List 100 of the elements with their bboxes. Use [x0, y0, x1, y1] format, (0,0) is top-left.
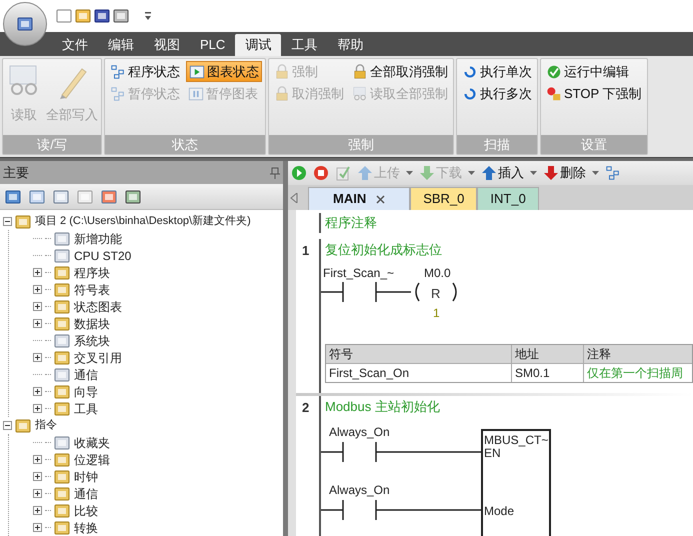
- refresh-icon: [462, 86, 478, 102]
- coil-address: M0.0: [424, 265, 451, 282]
- expand-icon[interactable]: [33, 387, 42, 396]
- editor-tab[interactable]: MAIN: [308, 187, 410, 210]
- expand-icon[interactable]: [33, 285, 42, 294]
- glasses-icon: [352, 86, 368, 102]
- editor-tab[interactable]: INT_0: [477, 187, 539, 210]
- pin-icon[interactable]: [270, 166, 280, 179]
- table-cell: SM0.1: [511, 364, 583, 382]
- close-icon[interactable]: [376, 194, 386, 204]
- lock-icon: [274, 86, 290, 102]
- play-icon: [189, 64, 205, 80]
- expand-icon[interactable]: [33, 404, 42, 413]
- expand-icon[interactable]: [33, 353, 42, 362]
- stop-icon[interactable]: [313, 165, 329, 181]
- menu-tab[interactable]: 调试: [235, 34, 282, 56]
- block-title: MBUS_CT~: [484, 432, 548, 448]
- network-number: 1: [301, 242, 310, 260]
- ribbon-button[interactable]: 全部取消强制: [350, 61, 450, 82]
- checkmark-icon: [546, 64, 562, 80]
- caret-icon[interactable]: [468, 171, 475, 175]
- tree-item[interactable]: CPU ST20: [74, 246, 132, 264]
- expand-icon[interactable]: [33, 489, 42, 498]
- tree-item[interactable]: 符号表: [74, 280, 110, 298]
- ribbon-button[interactable]: 运行中编辑: [544, 61, 644, 82]
- panel-title: 主要: [3, 164, 29, 182]
- caret-icon[interactable]: [530, 171, 537, 175]
- menu-tab[interactable]: 文件: [52, 34, 98, 56]
- network-comment: Modbus 主站初始化: [324, 398, 441, 416]
- contact-label: First_Scan_~: [323, 265, 394, 282]
- expand-icon[interactable]: [33, 472, 42, 481]
- flowchart-icon: [110, 64, 126, 80]
- lock-icon: [352, 64, 368, 80]
- table-cell-text: First_Scan_On: [328, 365, 410, 382]
- menu-tab[interactable]: 工具: [281, 34, 328, 56]
- ribbon-button[interactable]: 程序状态: [108, 61, 182, 82]
- caret-icon[interactable]: [592, 171, 599, 175]
- editor-tab[interactable]: SBR_0: [410, 187, 478, 210]
- ribbon-button[interactable]: 执行单次: [460, 61, 534, 82]
- arrow-down-icon: [419, 165, 435, 181]
- collapse-icon[interactable]: [3, 217, 12, 226]
- caret-icon[interactable]: [406, 171, 413, 175]
- tree-item[interactable]: 向导: [74, 382, 98, 400]
- tree-item[interactable]: 时钟: [74, 468, 98, 486]
- column-header: 注释: [583, 345, 692, 363]
- arrow-down-icon: [543, 165, 559, 181]
- flowchart-icon: [110, 86, 126, 102]
- tree-item[interactable]: 状态图表: [74, 298, 122, 316]
- tree-item[interactable]: 通信: [74, 366, 98, 384]
- group-label: 设置: [541, 135, 647, 154]
- tree-item[interactable]: 新增功能: [74, 230, 122, 248]
- menu-tab[interactable]: PLC: [190, 34, 236, 56]
- pin-label: Mode: [484, 502, 514, 520]
- contact-label: Always_On: [329, 482, 390, 498]
- tree-item[interactable]: 程序块: [74, 264, 110, 282]
- arrow-up-icon: [357, 165, 373, 181]
- lock-icon: [274, 64, 290, 80]
- column-header: 地址: [511, 345, 583, 363]
- tree-item[interactable]: 项目 2 (C:\Users\binha\Desktop\新建文件夹): [35, 213, 251, 230]
- tree-item[interactable]: 位逻辑: [74, 450, 110, 468]
- menu-tab[interactable]: 视图: [144, 34, 190, 56]
- tree-item[interactable]: 指令: [35, 417, 57, 434]
- group-label: 扫描: [457, 135, 537, 154]
- program-comment: 程序注释: [319, 213, 377, 232]
- tree-item[interactable]: 收藏夹: [74, 434, 110, 452]
- tree-item[interactable]: 通信: [74, 484, 98, 502]
- toolbar-button[interactable]: 删除: [543, 163, 586, 183]
- tree-item[interactable]: 交叉引用: [74, 348, 122, 366]
- column-header: 符号: [328, 346, 354, 363]
- expand-icon[interactable]: [33, 319, 42, 328]
- tree-item[interactable]: 转换: [74, 518, 98, 536]
- tree-item[interactable]: 工具: [74, 400, 98, 418]
- ribbon-button[interactable]: 图表状态: [186, 61, 262, 82]
- checklist-icon[interactable]: [335, 165, 351, 181]
- expand-icon[interactable]: [33, 506, 42, 515]
- table-cell: 仅在第一个扫描周: [583, 364, 692, 382]
- group-label: 读/写: [3, 135, 101, 154]
- scroll-left-icon[interactable]: [290, 193, 298, 203]
- coil-count: 1: [433, 305, 440, 322]
- ribbon-button[interactable]: 执行多次: [460, 83, 534, 104]
- expand-icon[interactable]: [33, 268, 42, 277]
- contact-label: Always_On: [329, 424, 390, 440]
- collapse-icon[interactable]: [3, 421, 12, 430]
- dropdown-icon[interactable]: [144, 11, 152, 21]
- run-icon[interactable]: [291, 165, 307, 181]
- flowchart-icon: [605, 165, 621, 181]
- tree-item[interactable]: 系统块: [74, 332, 110, 350]
- group-label: 强制: [269, 135, 453, 154]
- toolbar-button[interactable]: 插入: [481, 163, 524, 183]
- pin-label: EN: [484, 446, 501, 462]
- tree-item[interactable]: 比较: [74, 502, 98, 520]
- tree-item[interactable]: 数据块: [74, 314, 110, 332]
- group-label: 状态: [105, 135, 265, 154]
- menu-tab[interactable]: 帮助: [327, 34, 374, 56]
- menu-tab[interactable]: 编辑: [98, 34, 144, 56]
- pause-icon: [188, 86, 204, 102]
- expand-icon[interactable]: [33, 302, 42, 311]
- ribbon-button[interactable]: STOP 下强制: [544, 83, 644, 104]
- expand-icon[interactable]: [33, 455, 42, 464]
- expand-icon[interactable]: [33, 523, 42, 532]
